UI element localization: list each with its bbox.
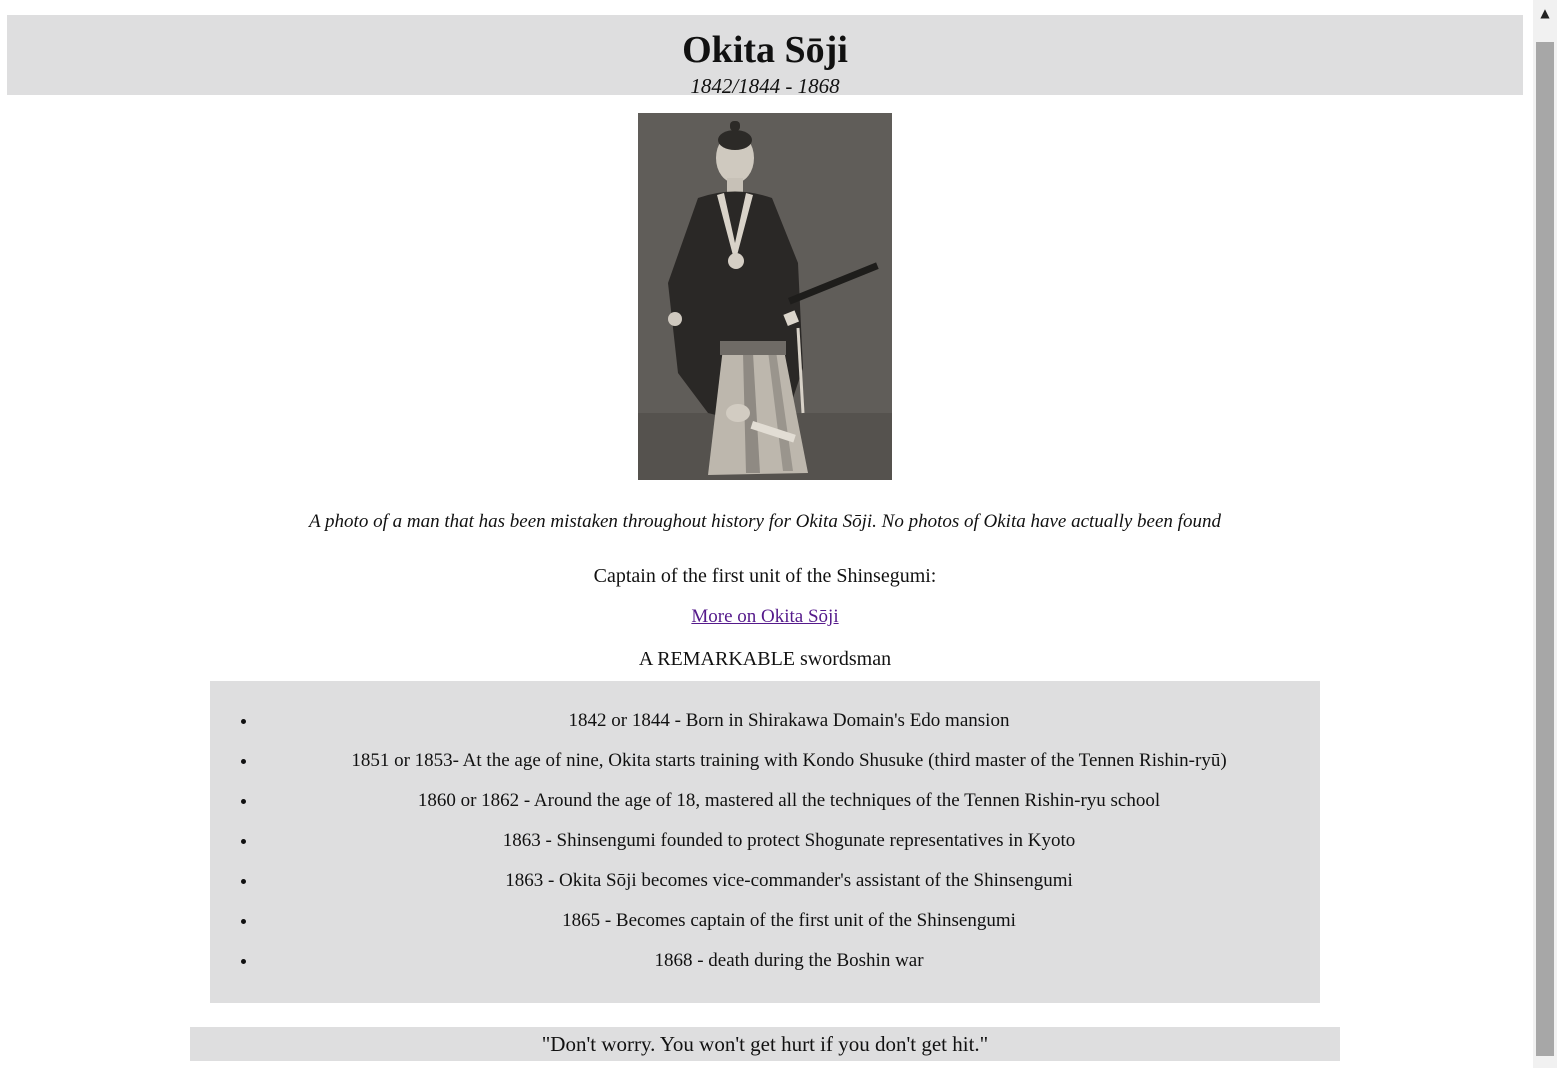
photo-caption: A photo of a man that has been mistaken … [309,511,1221,532]
timeline-panel: 1842 or 1844 - Born in Shirakawa Domain'… [210,681,1320,1003]
scroll-thumb[interactable] [1536,42,1554,1056]
portrait-illustration [638,113,892,480]
more-on-okita-link[interactable]: More on Okita Sōji [691,606,838,627]
more-link-container: More on Okita Sōji [0,604,1530,630]
timeline-item: 1860 or 1862 - Around the age of 18, mas… [258,781,1320,821]
timeline-item: 1851 or 1853- At the age of nine, Okita … [258,741,1320,781]
timeline-item: 1863 - Okita Sōji becomes vice-commander… [258,861,1320,901]
page-title: Okita Sōji [682,29,848,71]
portrait-photo [638,113,892,480]
timeline-item: 1863 - Shinsengumi founded to protect Sh… [258,821,1320,861]
life-dates: 1842/1844 - 1868 [690,74,840,98]
timeline-item: 1842 or 1844 - Born in Shirakawa Domain'… [258,701,1320,741]
vertical-scrollbar[interactable]: ▲ [1533,0,1557,1068]
timeline-item: 1865 - Becomes captain of the first unit… [258,901,1320,941]
page-header: Okita Sōji 1842/1844 - 1868 [7,15,1523,98]
role-text: Captain of the first unit of the Shinseg… [593,565,937,587]
timeline-item: 1868 - death during the Boshin war [258,941,1320,981]
quote-box: "Don't worry. You won't get hurt if you … [190,1027,1340,1061]
remark-text: A REMARKABLE swordsman [638,648,892,670]
scroll-up-arrow-icon[interactable]: ▲ [1533,0,1557,26]
timeline-list: 1842 or 1844 - Born in Shirakawa Domain'… [210,701,1320,981]
